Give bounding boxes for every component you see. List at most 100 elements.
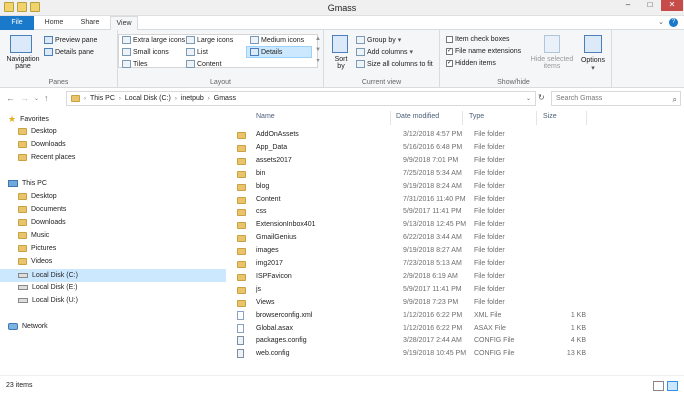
sidebar-item-local-disk-u[interactable]: Local Disk (U:) [18,297,78,304]
layout-tiles[interactable]: Tiles [122,60,148,68]
sidebar-item-fav-downloads[interactable]: Downloads [18,141,66,148]
file-date: 7/31/2016 11:40 PM [403,195,466,203]
folder-row[interactable]: images 9/19/2018 8:27 AM File folder [234,245,594,257]
file-row[interactable]: web.config 9/19/2018 10:45 PM CONFIG File 1… [234,348,594,360]
maximize-button[interactable]: □ [639,0,661,11]
file-name-extensions-toggle[interactable]: ✓ File name extensions [446,48,521,55]
back-arrow-icon[interactable]: ← [6,93,15,103]
breadcrumb-gmass[interactable]: Gmass [214,95,236,102]
layout-extra-large-icons[interactable]: Extra large icons [122,36,185,44]
column-header-date[interactable]: Date modified [396,113,439,120]
layout-list[interactable]: List [186,48,208,56]
options-button[interactable]: Options ▾ [578,57,608,72]
folder-row[interactable]: css 5/9/2017 11:41 PM File folder [234,206,594,218]
sidebar-item-network[interactable]: Network [8,323,48,330]
folder-row[interactable]: js 5/9/2017 11:41 PM File folder [234,284,594,296]
chevron-down-icon[interactable]: ⌄ [658,18,664,26]
hidden-items-toggle[interactable]: ✓ Hidden items [446,60,496,67]
breadcrumb-this-pc[interactable]: This PC [90,95,115,102]
recent-locations-icon[interactable]: ⌄ [34,95,39,102]
sidebar-item-recent-places[interactable]: Recent places [18,154,75,161]
sort-by-button[interactable]: Sort by [330,56,352,70]
sidebar-item-favorites[interactable]: ★ Favorites [8,115,49,124]
details-view-icon[interactable] [653,381,664,391]
tab-view[interactable]: View [110,16,138,31]
navigation-bar: ← → ⌄ ↑ › This PC › Local Disk (C:) › in… [0,88,684,109]
folder-row[interactable]: bin 7/25/2018 5:34 AM File folder [234,168,594,180]
folder-row[interactable]: AddOnAssets 3/12/2018 4:57 PM File folder [234,129,594,141]
file-row[interactable]: browserconfig.xml 1/12/2016 6:22 PM XML Fi… [234,310,594,322]
desktop-icon [18,128,27,135]
column-divider[interactable] [390,111,391,125]
sidebar-item-videos[interactable]: Videos [18,258,52,265]
group-by-icon [356,36,365,44]
group-by-button[interactable]: Group by ▾ [356,36,401,44]
list-icon [186,48,195,56]
folder-row[interactable]: assets2017 9/9/2018 7:01 PM File folder [234,155,594,167]
layout-small-icons[interactable]: Small icons [122,48,169,56]
sidebar-item-fav-desktop[interactable]: Desktop [18,128,57,135]
file-row[interactable]: Global.asax 1/12/2016 6:22 PM ASAX File 1 K… [234,323,594,335]
sidebar-item-local-disk-c[interactable]: Local Disk (C:) [0,269,226,282]
tab-file[interactable]: File [0,16,34,30]
hide-selected-items-button[interactable]: Hide selected items [531,56,573,70]
tab-home[interactable]: Home [38,16,70,30]
refresh-icon[interactable]: ↻ [538,93,545,102]
column-divider[interactable] [462,111,463,125]
file-date: 1/12/2016 6:22 PM [403,311,463,319]
folder-row[interactable]: img2017 7/23/2018 5:13 AM File folder [234,258,594,270]
file-type: File folder [474,195,505,203]
folder-row[interactable]: GmailGenius 6/22/2018 3:44 AM File folder [234,232,594,244]
folder-row[interactable]: blog 9/19/2018 8:24 AM File folder [234,181,594,193]
large-icons-view-icon[interactable] [667,381,678,391]
layout-large-icons[interactable]: Large icons [186,36,233,44]
chevron-right-icon[interactable]: › [119,96,121,102]
search-input[interactable]: Search Gmass ⌕ [551,91,681,106]
folder-icon [237,261,246,268]
column-header-size[interactable]: Size [543,113,557,120]
sidebar-item-this-pc[interactable]: This PC [8,180,47,187]
column-divider[interactable] [536,111,537,125]
column-header-name[interactable]: Name [256,113,275,120]
folder-row[interactable]: Views 9/9/2018 7:23 PM File folder [234,297,594,309]
medium-icons-icon [250,36,259,44]
folder-row[interactable]: ISPFavicon 2/9/2018 6:19 AM File folder [234,271,594,283]
address-bar[interactable]: › This PC › Local Disk (C:) › inetpub › … [66,91,536,106]
folder-row[interactable]: Content 7/31/2016 11:40 PM File folder [234,194,594,206]
close-button[interactable]: ✕ [661,0,683,11]
details-pane-button[interactable]: Details pane [44,48,94,56]
sidebar-item-desktop[interactable]: Desktop [18,193,57,200]
minimize-button[interactable]: – [617,0,639,11]
tab-share[interactable]: Share [74,16,106,30]
folder-row[interactable]: ExtensionInbox401 9/13/2018 12:45 PM File … [234,219,594,231]
item-check-boxes-toggle[interactable]: Item check boxes [446,36,509,43]
navigation-pane-button[interactable]: Navigation pane [4,56,42,70]
size-all-columns-button[interactable]: Size all columns to fit [356,60,433,68]
forward-arrow-icon[interactable]: → [20,93,29,103]
sidebar-item-local-disk-e[interactable]: Local Disk (E:) [18,284,78,291]
gallery-scroll[interactable]: ▲ ▼ ▾ [314,34,322,68]
help-icon[interactable]: ? [669,18,678,27]
layout-medium-icons[interactable]: Medium icons [250,36,304,44]
breadcrumb-local-disk[interactable]: Local Disk (C:) [125,95,171,102]
checkbox-unchecked-icon [446,36,453,43]
preview-pane-button[interactable]: Preview pane [44,36,97,44]
sidebar-item-documents[interactable]: Documents [18,206,66,213]
chevron-right-icon[interactable]: › [84,96,86,102]
address-dropdown-icon[interactable]: ⌄ [526,95,531,102]
column-header-type[interactable]: Type [469,113,484,120]
layout-details[interactable]: Details [246,46,312,58]
column-divider[interactable] [586,111,587,125]
layout-content[interactable]: Content [186,60,222,68]
add-columns-button[interactable]: Add columns ▾ [356,48,413,56]
up-arrow-icon[interactable]: ↑ [44,93,49,103]
file-date: 9/19/2018 8:27 AM [403,247,462,255]
file-row[interactable]: packages.config 3/28/2017 2:44 AM CONFIG F… [234,335,594,347]
sidebar-item-music[interactable]: Music [18,232,49,239]
chevron-right-icon[interactable]: › [175,96,177,102]
sidebar-item-pictures[interactable]: Pictures [18,245,56,252]
folder-row[interactable]: App_Data 5/16/2016 6:48 PM File folder [234,142,594,154]
breadcrumb-inetpub[interactable]: inetpub [181,95,204,102]
chevron-right-icon[interactable]: › [208,96,210,102]
sidebar-item-downloads[interactable]: Downloads [18,219,66,226]
